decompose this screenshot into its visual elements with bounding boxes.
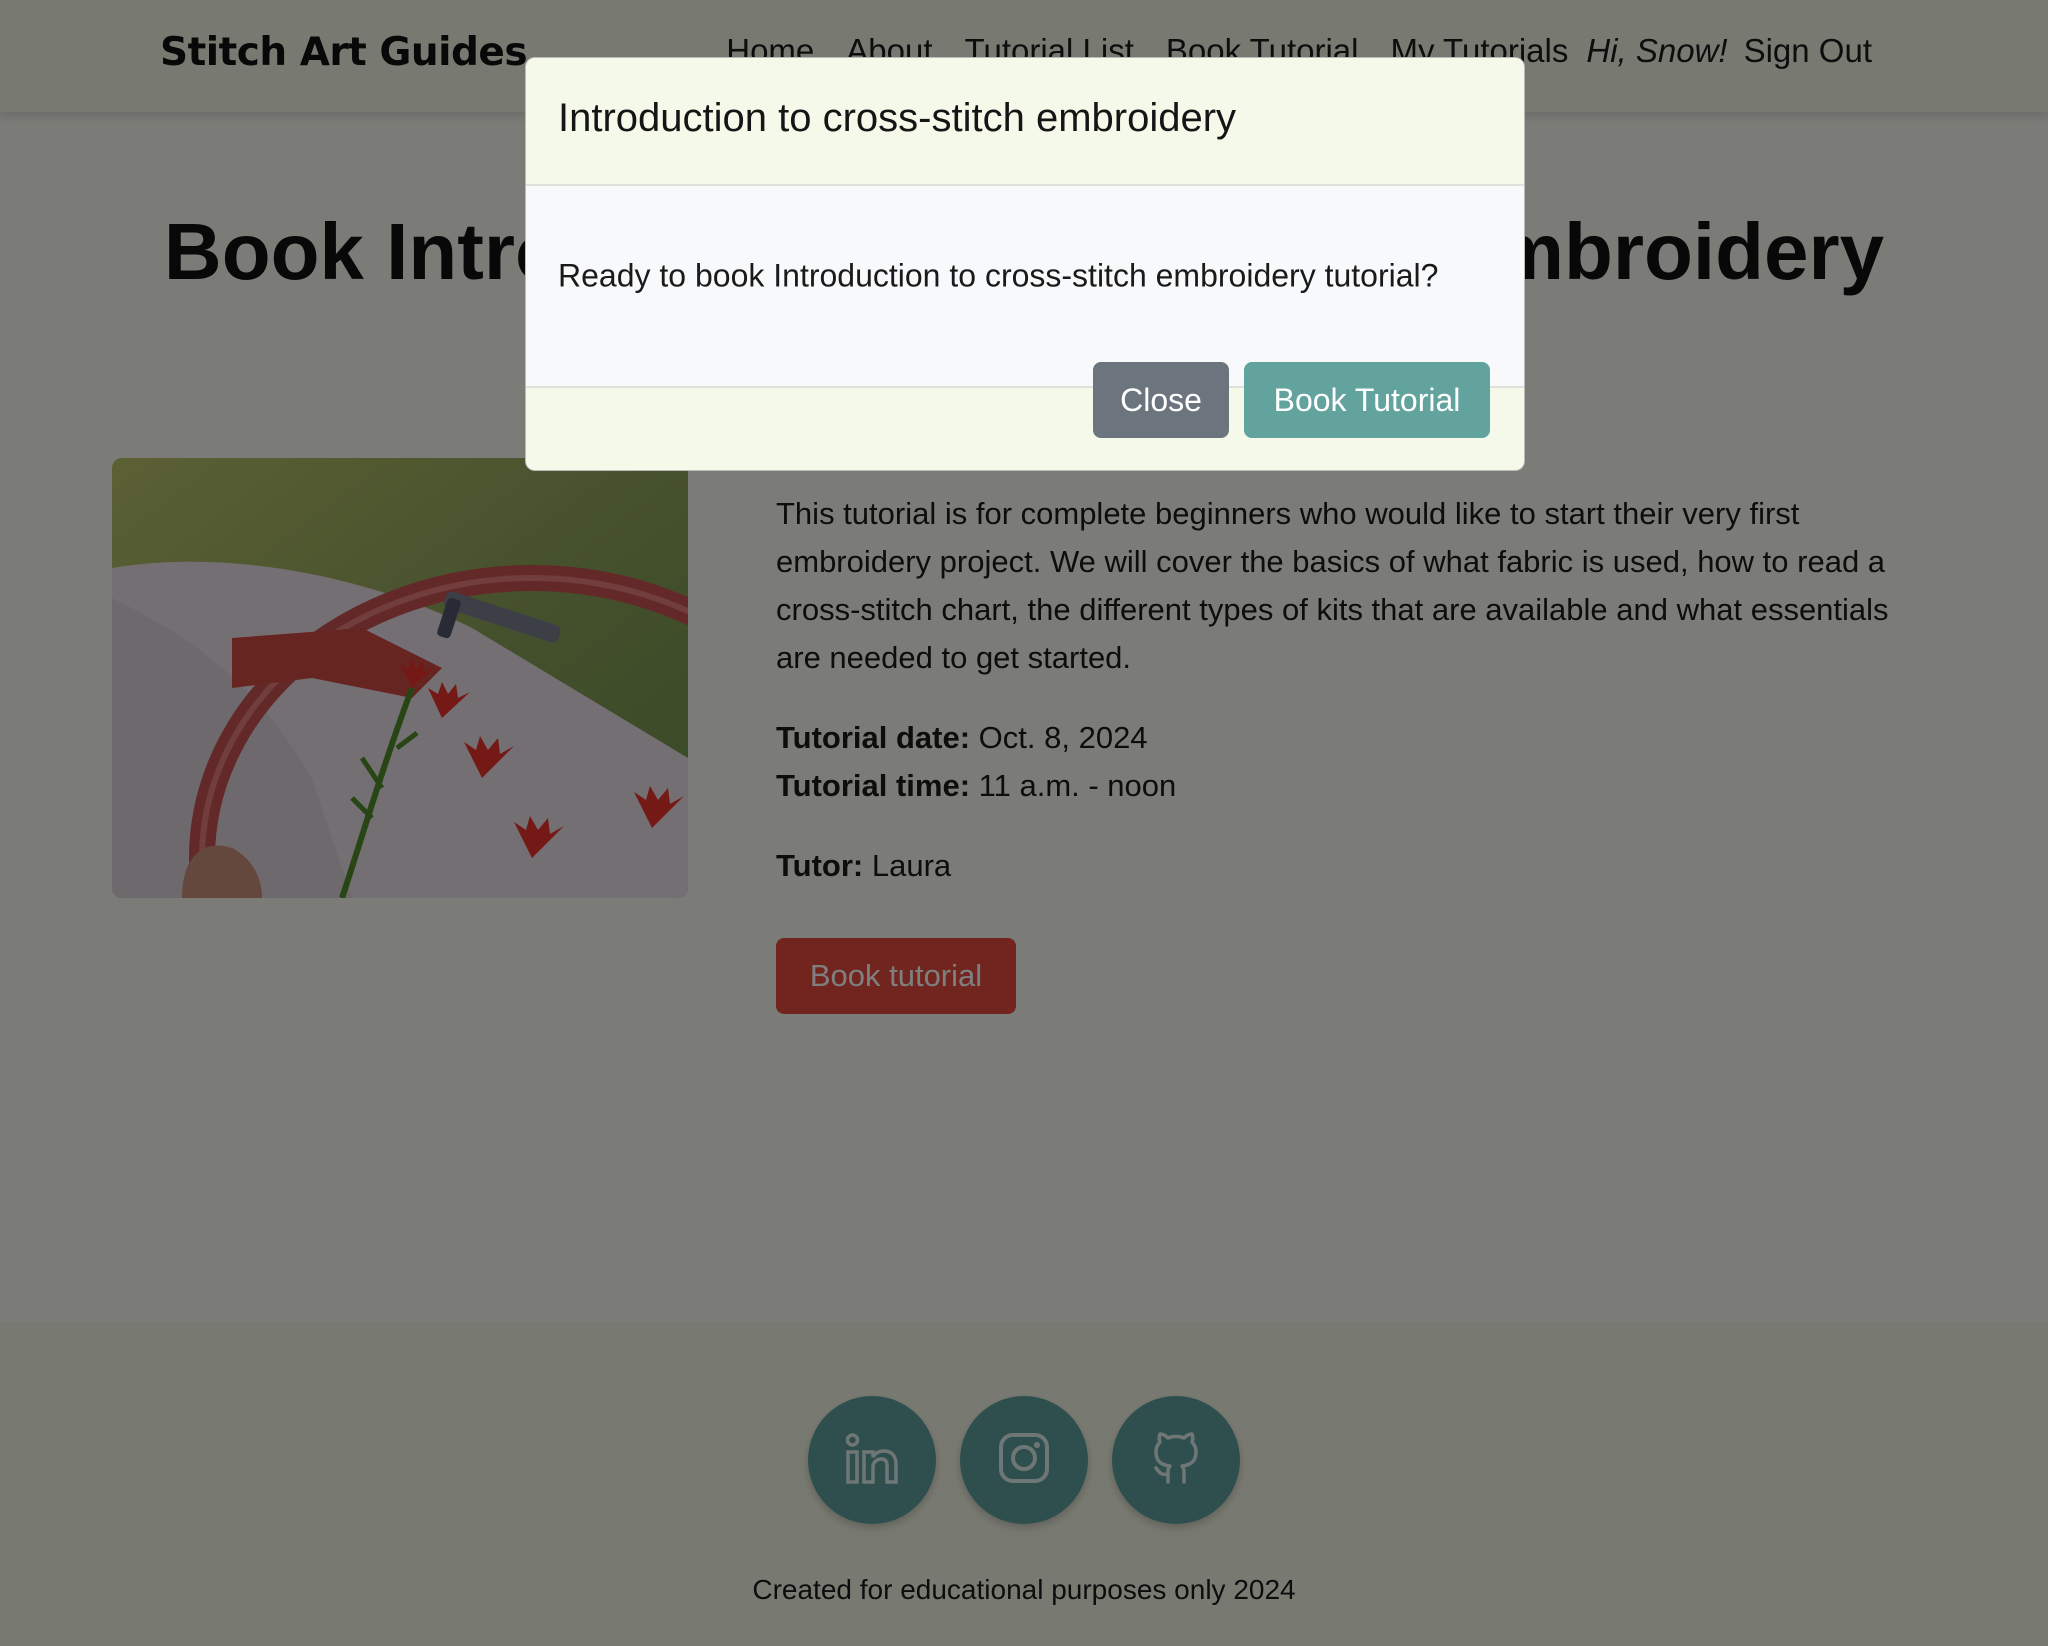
modal-message: Ready to book Introduction to cross-stit… (558, 257, 1439, 294)
modal-header: Introduction to cross-stitch embroidery (526, 58, 1524, 186)
confirm-book-tutorial-button[interactable]: Book Tutorial (1244, 362, 1490, 438)
modal-title: Introduction to cross-stitch embroidery (558, 96, 1237, 140)
close-button[interactable]: Close (1093, 362, 1229, 438)
modal-body: Ready to book Introduction to cross-stit… (526, 186, 1524, 386)
page: Stitch Art Guides Home About Tutorial Li… (0, 0, 2048, 1646)
booking-modal: Introduction to cross-stitch embroidery … (525, 57, 1525, 471)
